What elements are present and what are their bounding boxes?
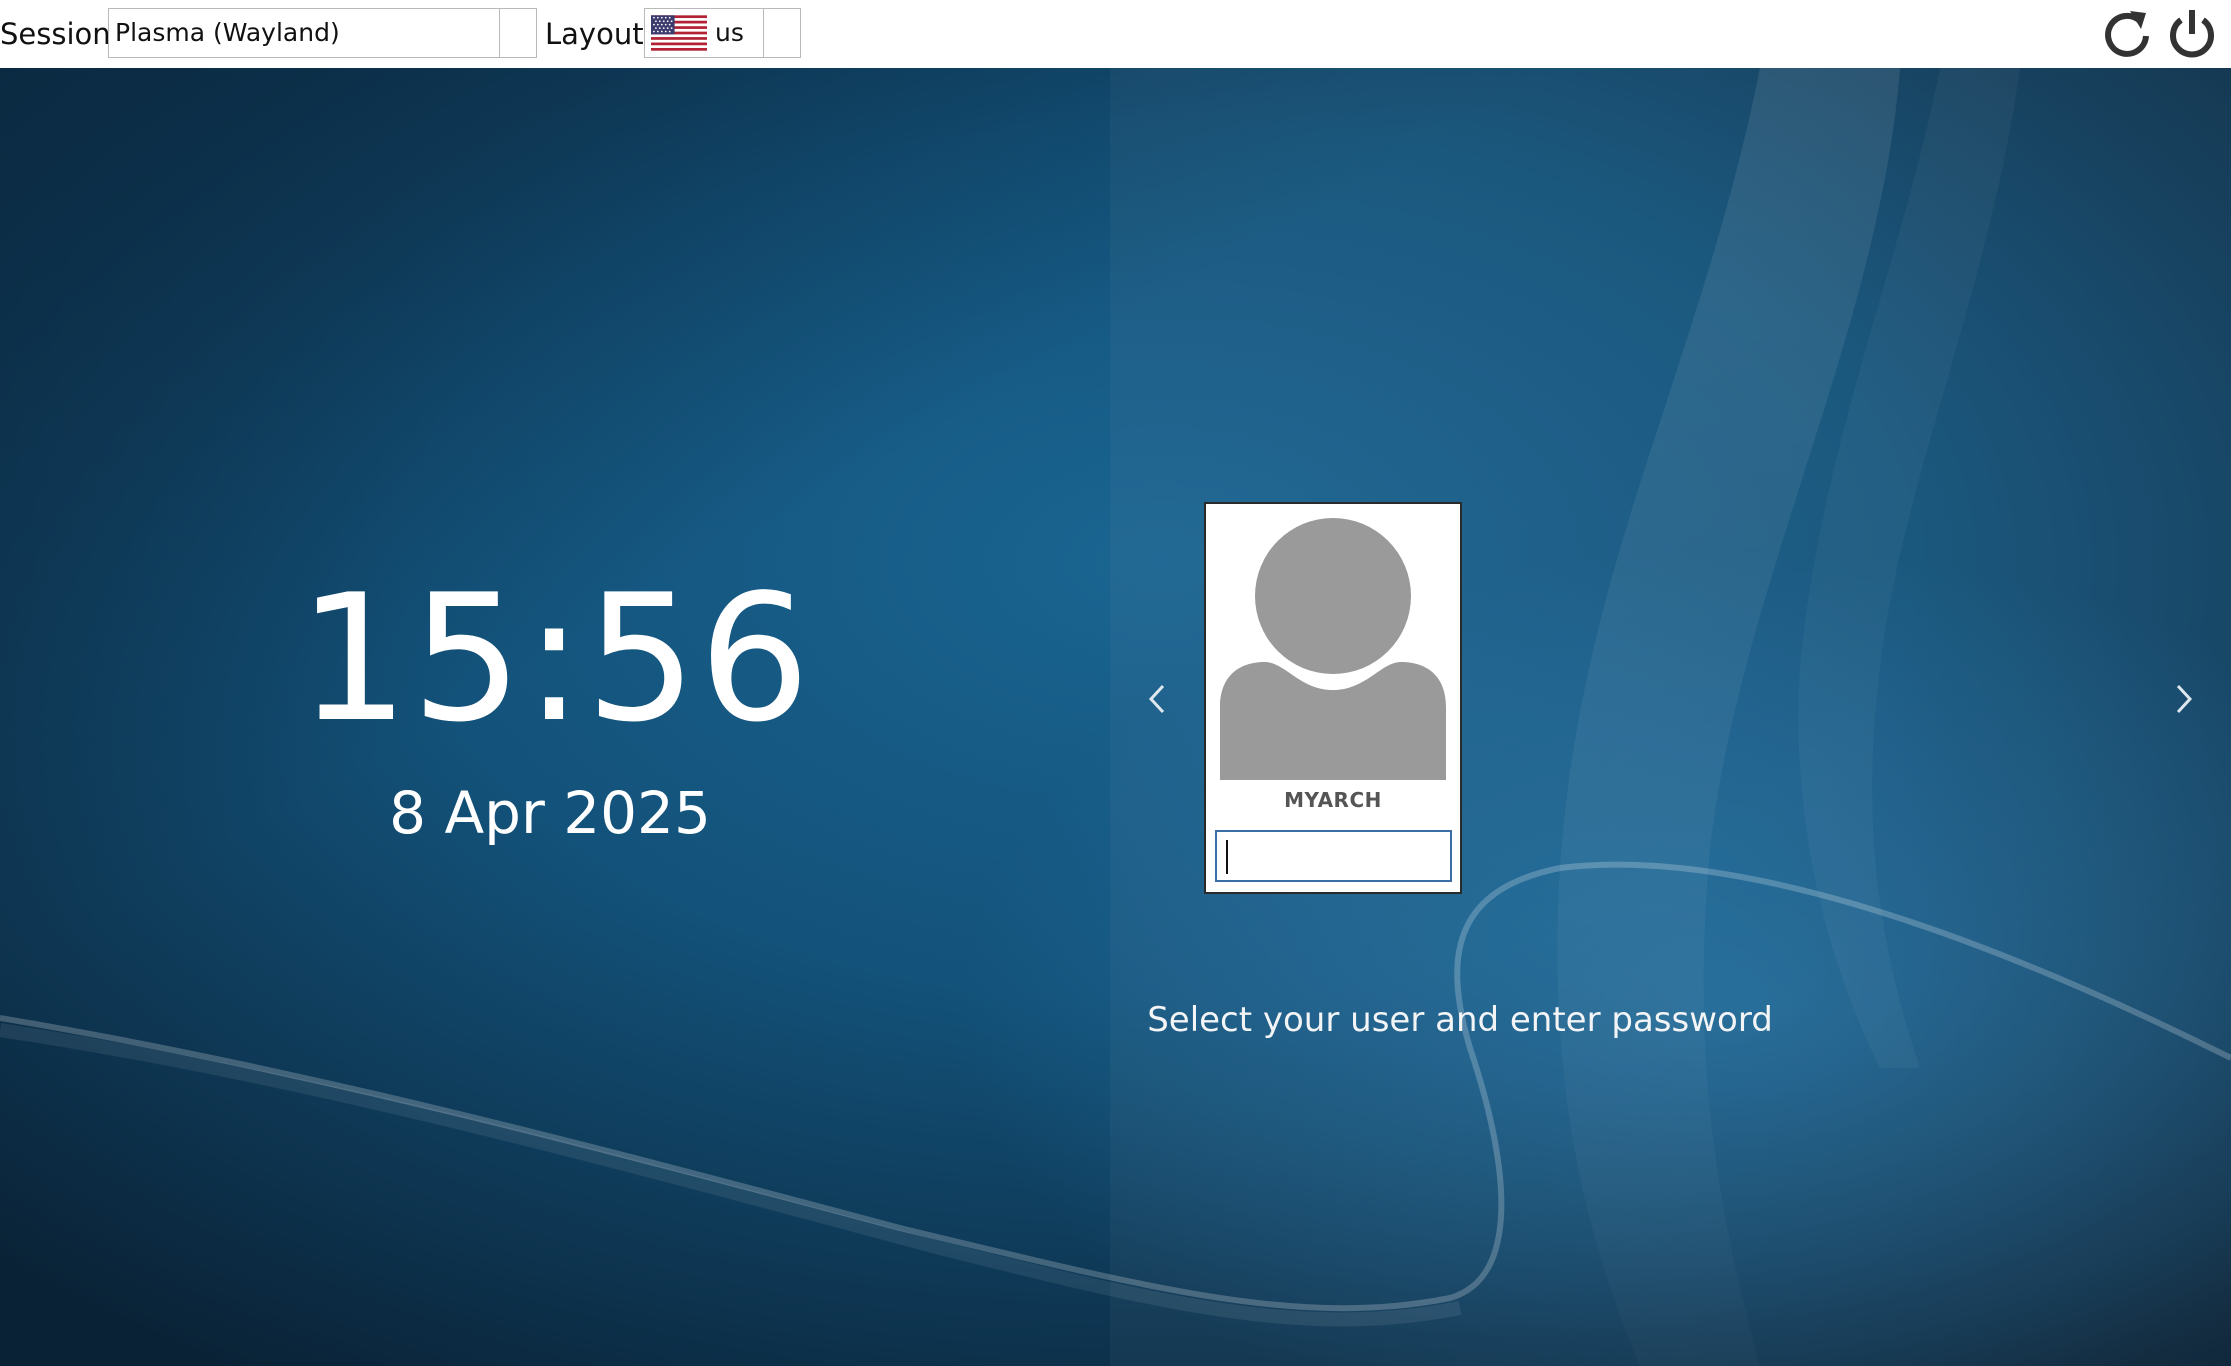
us-flag-icon <box>651 15 707 51</box>
user-card[interactable]: MYARCH <box>1204 502 1462 894</box>
login-prompt: Select your user and enter password <box>1147 1000 1773 1040</box>
chevron-left-icon[interactable] <box>1137 674 1177 724</box>
reboot-icon[interactable] <box>2100 7 2154 61</box>
session-select[interactable]: Plasma (Wayland) <box>108 8 537 58</box>
top-bar: Session Plasma (Wayland) Layout us <box>0 0 2231 68</box>
session-label: Session <box>0 17 111 51</box>
password-input[interactable] <box>1215 830 1452 882</box>
session-value: Plasma (Wayland) <box>115 18 340 47</box>
shutdown-icon[interactable] <box>2165 7 2219 61</box>
layout-dropdown-button[interactable] <box>763 9 800 57</box>
chevron-right-icon[interactable] <box>2164 674 2204 724</box>
login-screen: Session Plasma (Wayland) Layout us 15:56… <box>0 0 2231 1366</box>
user-name: MYARCH <box>1284 788 1382 812</box>
layout-label: Layout <box>545 17 644 51</box>
layout-value: us <box>715 18 744 47</box>
session-dropdown-button[interactable] <box>499 9 536 57</box>
user-avatar-icon <box>1220 518 1446 780</box>
clock-time: 15:56 <box>297 558 813 761</box>
layout-select[interactable]: us <box>644 8 801 58</box>
text-cursor <box>1226 840 1228 874</box>
clock-date: 8 Apr 2025 <box>389 779 711 847</box>
